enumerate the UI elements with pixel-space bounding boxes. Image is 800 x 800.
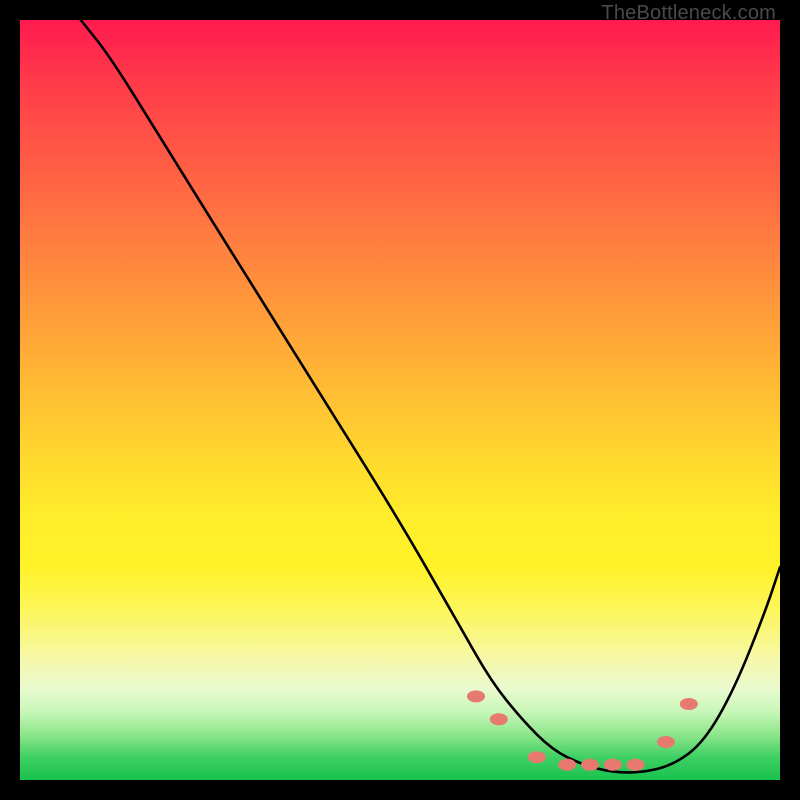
marker-group (467, 690, 698, 770)
marker-dot (528, 751, 546, 763)
chart-svg (20, 20, 780, 780)
marker-dot (680, 698, 698, 710)
marker-dot (558, 759, 576, 771)
marker-dot (627, 759, 645, 771)
marker-dot (581, 759, 599, 771)
attribution-text: TheBottleneck.com (601, 2, 776, 25)
bottleneck-curve (81, 20, 780, 772)
marker-dot (657, 736, 675, 748)
chart-frame (20, 20, 780, 780)
curve-group (81, 20, 780, 772)
marker-dot (490, 713, 508, 725)
marker-dot (467, 690, 485, 702)
marker-dot (604, 759, 622, 771)
